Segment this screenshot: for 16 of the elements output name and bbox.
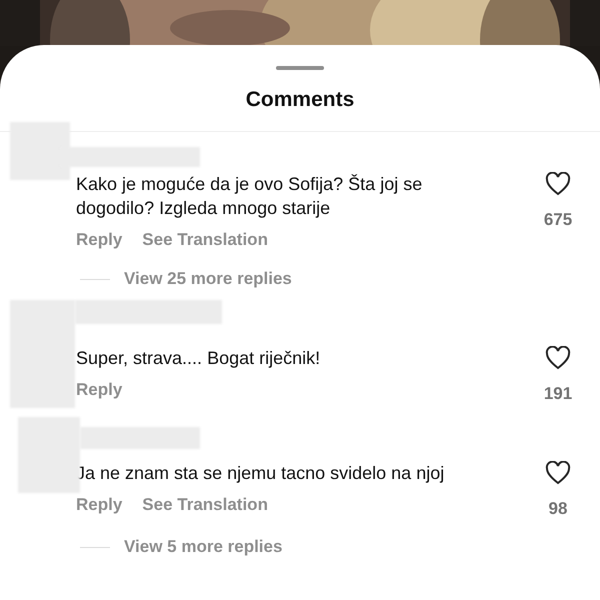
reply-button[interactable]: Reply: [76, 494, 122, 516]
comment-text: Kako je moguće da je ovo Sofija? Šta joj se dogodilo? Izgleda mnogo starije: [76, 173, 424, 220]
translation-button[interactable]: See Translation: [142, 229, 268, 251]
translation-button[interactable]: See Translation: [142, 494, 268, 516]
like-count: 98: [548, 499, 568, 519]
view-replies-link[interactable]: View 5 more replies: [124, 537, 282, 557]
comment-text: Super, strava.... Bogat riječnik!: [76, 347, 322, 370]
like-count: 675: [544, 210, 572, 230]
reply-button[interactable]: Reply: [76, 229, 122, 251]
heart-icon[interactable]: [545, 172, 571, 196]
heart-icon[interactable]: [545, 461, 571, 485]
drag-handle[interactable]: [276, 66, 324, 70]
heart-icon[interactable]: [545, 346, 571, 370]
view-replies-link[interactable]: View 25 more replies: [124, 269, 292, 289]
like-count: 191: [544, 384, 572, 404]
reply-button[interactable]: Reply: [76, 379, 122, 401]
